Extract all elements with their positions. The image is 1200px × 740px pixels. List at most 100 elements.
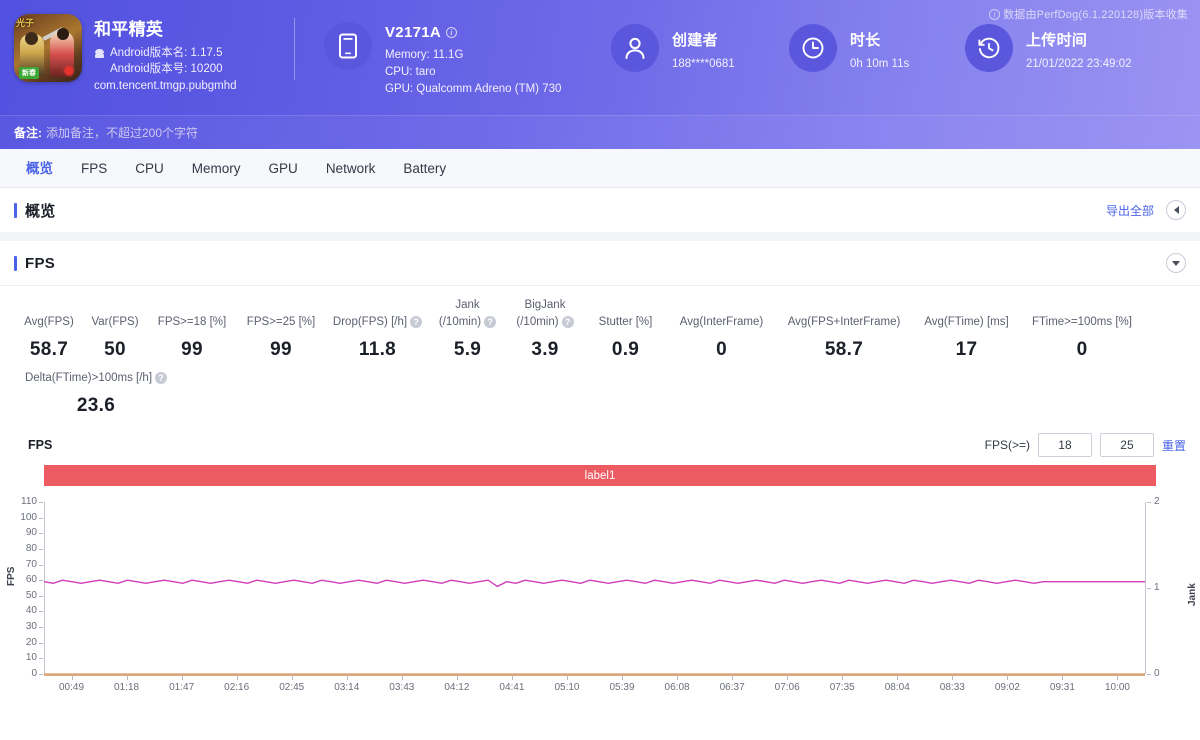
- overview-section-header: 概览 导出全部: [0, 188, 1200, 232]
- metrics-panel: Avg(FPS)58.7Var(FPS)50FPS>=18 [%]99FPS>=…: [0, 286, 1200, 423]
- app-name: 和平精英: [94, 15, 237, 40]
- remark-bar[interactable]: 备注: 添加备注，不超过200个字符: [0, 115, 1200, 149]
- history-icon: [965, 24, 1013, 72]
- remark-input[interactable]: 添加备注，不超过200个字符: [46, 124, 198, 141]
- device-model: V2171A: [385, 24, 441, 41]
- app-info-block: 光子 新春 ✹ 和平精英 Android版本名: 1.17.5 Android版…: [14, 14, 237, 92]
- tab-battery[interactable]: Battery: [389, 149, 460, 188]
- metric-label-line1: BigJank: [506, 298, 584, 312]
- metric-value: 3.9: [506, 339, 584, 361]
- device-info-icon[interactable]: i: [446, 27, 457, 38]
- metric-value: 0: [1021, 339, 1143, 361]
- series-legend-label: label1: [585, 470, 616, 482]
- metric-item: Jank(/10min)? 5.9: [429, 298, 506, 361]
- series-line: [44, 580, 1145, 586]
- caret-down-icon: [1172, 261, 1180, 266]
- fps-threshold-label: FPS(>=): [985, 438, 1030, 452]
- help-icon[interactable]: ?: [562, 316, 574, 328]
- fps-plot[interactable]: FPS Jank 110100908070605040302010021000:…: [0, 494, 1200, 694]
- metric-label-line2: Avg(FTime) [ms]: [924, 315, 1008, 329]
- metric-label: FPS>=25 [%]: [236, 315, 326, 329]
- chart-toolbar: FPS FPS(>=) 重置: [0, 423, 1200, 463]
- metric-label: Stutter [%]: [584, 315, 667, 329]
- metric-item: Avg(FTime) [ms] 17: [912, 315, 1021, 361]
- perfdog-note-text: 数据由PerfDog(6.1.220128)版本收集: [1003, 6, 1188, 22]
- creator-title: 创建者: [672, 29, 735, 50]
- header-divider: [294, 18, 295, 80]
- metric-value: 5.9: [429, 339, 506, 361]
- duration-value: 0h 10m 11s: [850, 58, 909, 70]
- clock-icon: [789, 24, 837, 72]
- metric-value: 50: [82, 339, 148, 361]
- metric-item: FPS>=25 [%] 99: [236, 315, 326, 361]
- metrics-row-primary: Avg(FPS)58.7Var(FPS)50FPS>=18 [%]99FPS>=…: [0, 298, 1200, 361]
- metric-item: FTime>=100ms [%] 0: [1021, 315, 1143, 361]
- export-all-link[interactable]: 导出全部: [1106, 202, 1154, 219]
- app-icon: 光子 新春 ✹: [14, 14, 82, 82]
- main-tabs: 概览 FPS CPU Memory GPU Network Battery: [0, 149, 1200, 188]
- metric-value: 58.7: [776, 339, 912, 361]
- tab-overview[interactable]: 概览: [12, 149, 67, 188]
- chart-series-svg: [0, 494, 1200, 694]
- fps-section-header: FPS: [0, 241, 1200, 285]
- series-legend-bar[interactable]: label1: [44, 465, 1156, 486]
- reset-link[interactable]: 重置: [1162, 437, 1186, 454]
- overview-title: 概览: [25, 200, 56, 221]
- tab-memory[interactable]: Memory: [178, 149, 255, 188]
- fps-title: FPS: [25, 255, 55, 272]
- help-icon[interactable]: ?: [484, 316, 496, 328]
- perfdog-version-note: i 数据由PerfDog(6.1.220128)版本收集: [989, 6, 1188, 22]
- tab-cpu[interactable]: CPU: [121, 149, 178, 188]
- metric-value: 0: [667, 339, 776, 361]
- metric-label-line2: FTime>=100ms [%]: [1032, 315, 1132, 329]
- fps-collapse-button[interactable]: [1166, 253, 1186, 273]
- metric-value: 0.9: [584, 339, 667, 361]
- metric-label-line2: Stutter [%]: [599, 315, 653, 329]
- app-version-code: Android版本号: 10200: [110, 61, 223, 77]
- metric-label: FPS>=18 [%]: [148, 315, 236, 329]
- metric-item: Avg(FPS+InterFrame)58.7: [776, 315, 912, 361]
- section-accent-bar: [14, 203, 17, 218]
- tab-gpu[interactable]: GPU: [255, 149, 312, 188]
- metric-label: Jank(/10min)?: [429, 298, 506, 329]
- metric-label-line2: (/10min): [439, 315, 481, 329]
- metric-value: 99: [236, 339, 326, 361]
- tab-network[interactable]: Network: [312, 149, 390, 188]
- collapse-left-button[interactable]: [1166, 200, 1186, 220]
- metric-item: BigJank (/10min)? 3.9: [506, 298, 584, 361]
- help-icon[interactable]: ?: [155, 372, 167, 384]
- metric-value: 23.6: [16, 395, 176, 417]
- app-header: i 数据由PerfDog(6.1.220128)版本收集 光子 新春 ✹ 和平精…: [0, 0, 1200, 115]
- metric-label: Var(FPS): [82, 315, 148, 329]
- app-icon-badge: 新春: [19, 67, 39, 79]
- upload-time-block: 上传时间 21/01/2022 23:49:02: [965, 24, 1132, 72]
- metric-item: Delta(FTime)>100ms [/h]? 23.6: [16, 371, 176, 417]
- device-info-block: V2171A i Memory: 11.1G CPU: taro GPU: Qu…: [324, 22, 561, 98]
- metric-label: Avg(FPS): [16, 315, 82, 329]
- android-icon: [94, 49, 105, 60]
- metric-value: 99: [148, 339, 236, 361]
- app-version-name: Android版本名: 1.17.5: [110, 45, 223, 61]
- app-icon-corner-text: 光子: [16, 16, 34, 29]
- metric-label: Avg(FTime) [ms]: [912, 315, 1021, 329]
- fps-threshold-low-input[interactable]: [1038, 433, 1092, 457]
- metric-item: FPS>=18 [%] 99: [148, 315, 236, 361]
- user-icon: [611, 24, 659, 72]
- chart-title: FPS: [28, 438, 52, 452]
- creator-block: 创建者 188****0681: [611, 24, 735, 72]
- metric-value: 17: [912, 339, 1021, 361]
- help-icon[interactable]: ?: [410, 316, 422, 328]
- metric-label: Avg(InterFrame): [667, 315, 776, 329]
- fps-threshold-high-input[interactable]: [1100, 433, 1154, 457]
- metric-label-line2: (/10min): [516, 315, 558, 329]
- metric-value: 58.7: [16, 339, 82, 361]
- app-package-name: com.tencent.tmgp.pubgmhd: [94, 80, 237, 92]
- tab-fps[interactable]: FPS: [67, 149, 121, 188]
- metrics-row-secondary: Delta(FTime)>100ms [/h]? 23.6: [0, 371, 1200, 417]
- phone-icon: [324, 22, 372, 70]
- metric-item: Avg(InterFrame) 0: [667, 315, 776, 361]
- fps-accent-bar: [14, 256, 17, 271]
- metric-label-line2: Delta(FTime)>100ms [/h]: [25, 371, 152, 385]
- metric-label-line2: Drop(FPS) [/h]: [333, 315, 407, 329]
- fps-chart-area: FPS FPS(>=) 重置 label1 FPS Jank 110100908…: [0, 423, 1200, 700]
